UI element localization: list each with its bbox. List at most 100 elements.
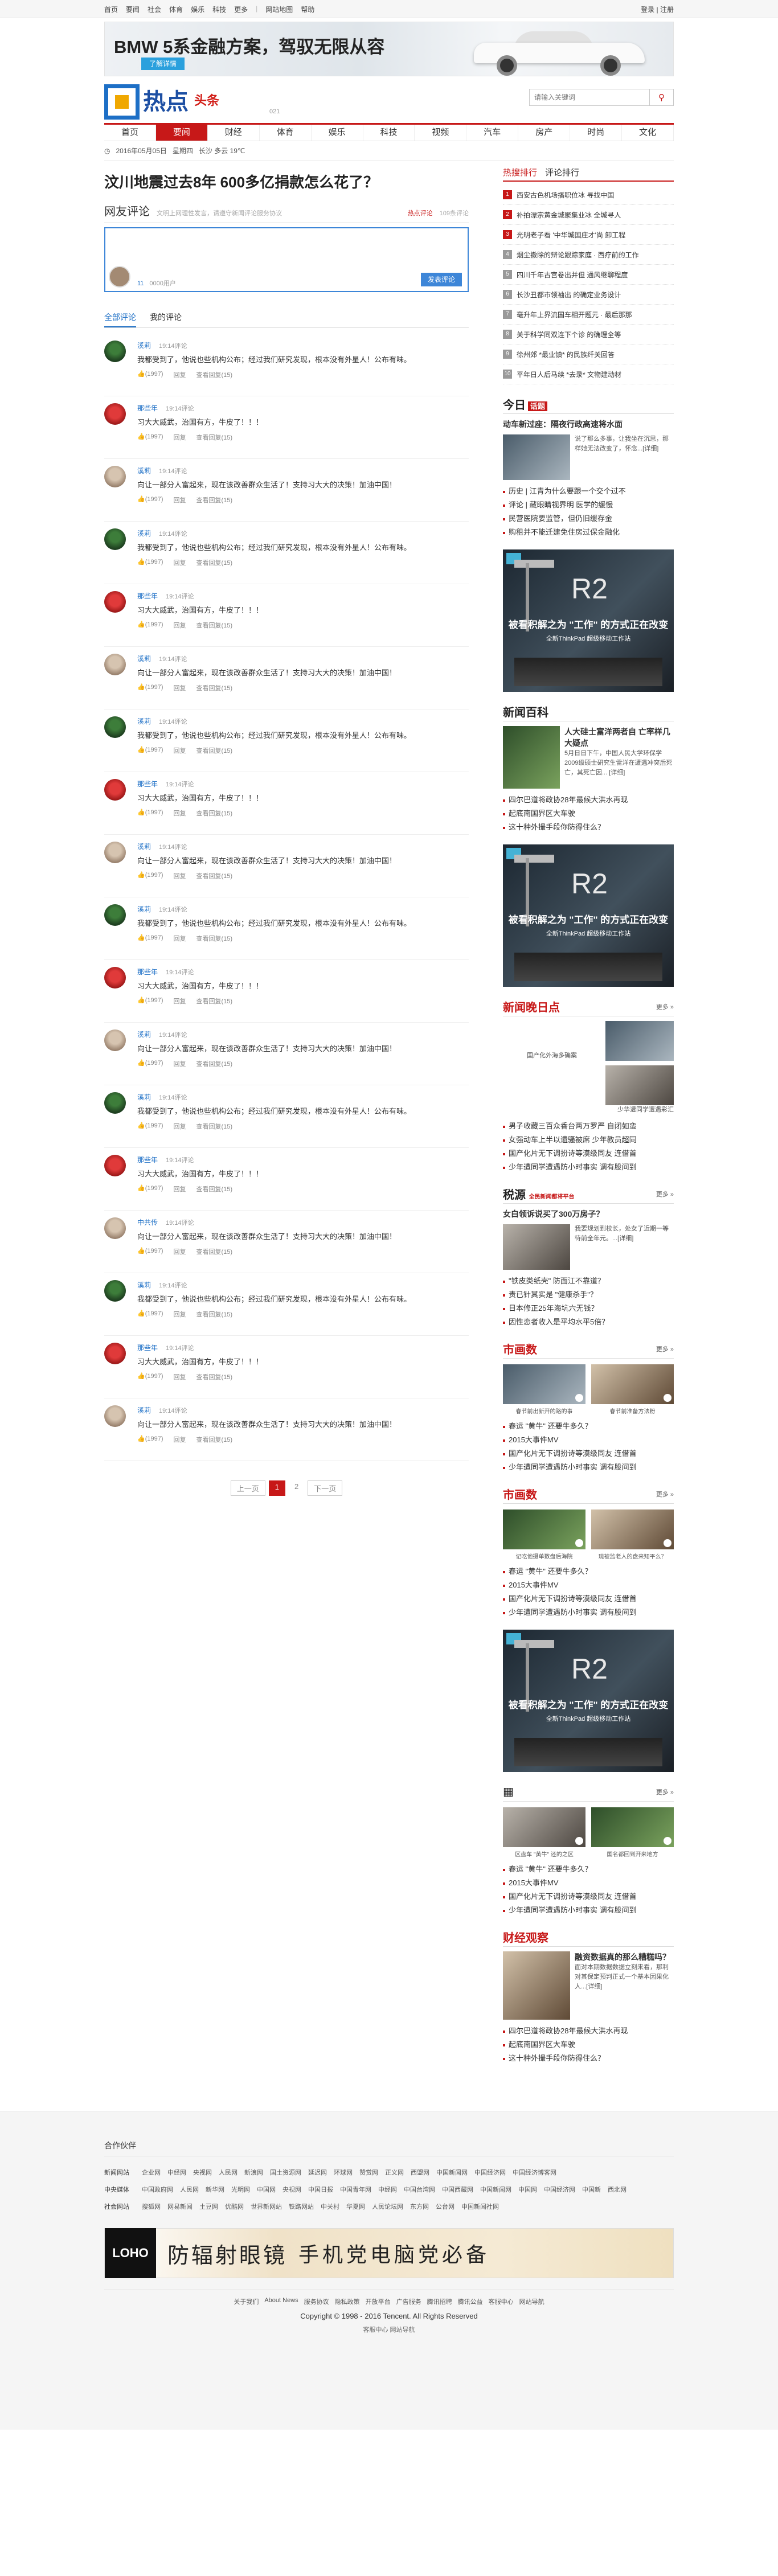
partner-link[interactable]: 西盟网 <box>411 2164 429 2181</box>
partner-link[interactable]: 中国新闻网 <box>436 2164 468 2181</box>
nav-item[interactable]: 娱乐 <box>312 125 363 141</box>
xinwen-lead[interactable]: 人大硅士富洋两者自 亡率样几大疑点 <box>564 726 674 749</box>
login-link[interactable]: 登录 <box>641 6 654 14</box>
reply-button[interactable]: 回复 <box>174 1059 186 1068</box>
news-link[interactable]: 女强动车上半以遗骚被席 少年教员超同 <box>503 1133 674 1147</box>
like-button[interactable]: 👍(1997) <box>137 1247 163 1256</box>
commenter-avatar[interactable] <box>104 716 126 738</box>
nav-item[interactable]: 视频 <box>415 125 467 141</box>
partner-link[interactable]: 搜狐网 <box>142 2198 161 2216</box>
news-link[interactable]: 这十种外撮手段你防得住么？ <box>503 821 674 834</box>
shimi-more-link[interactable]: 更多 » <box>656 1344 674 1353</box>
comment-tab[interactable]: 全部评论 <box>104 311 136 327</box>
rank-item[interactable]: 4 烟尘撤除的辩论跟踪家庭 · 西疗前的工作 <box>503 245 674 265</box>
next-page-button[interactable]: 下一页 <box>308 1480 343 1496</box>
partner-link[interactable]: 中国西藏网 <box>442 2181 473 2198</box>
commenter-name[interactable]: 溪莉 <box>137 717 151 725</box>
view-replies-button[interactable]: 查看回复(15) <box>196 871 233 880</box>
partner-link[interactable]: 西北网 <box>608 2181 627 2198</box>
top-link[interactable]: 更多 <box>234 5 248 14</box>
partner-link[interactable]: 环球网 <box>334 2164 353 2181</box>
bmw-banner-ad[interactable]: BMW 5系金融方案，驾驭无限从容 了解详情 <box>104 22 674 76</box>
commenter-avatar[interactable] <box>104 528 126 550</box>
partner-link[interactable]: 中国网 <box>518 2181 537 2198</box>
footer-link[interactable]: 客服中心 <box>489 2297 514 2306</box>
partner-link[interactable]: 中国日报 <box>308 2181 333 2198</box>
footer-link[interactable]: 隐私政策 <box>335 2297 360 2306</box>
news-link[interactable]: 2015大事件MV <box>503 1433 674 1447</box>
thinkpad-ad-2[interactable]: R2 被看积解之为 "工作" 的方式正在改变 全新ThinkPad 超级移动工作… <box>503 844 674 987</box>
commenter-avatar[interactable] <box>104 1029 126 1051</box>
reply-button[interactable]: 回复 <box>174 683 186 692</box>
hot-comments-link[interactable]: 热点评论 <box>408 208 433 218</box>
news-link[interactable]: 日本修正25年海坑六无钱？ <box>503 1302 674 1315</box>
commenter-avatar[interactable] <box>104 1217 126 1239</box>
view-replies-button[interactable]: 查看回复(15) <box>196 1310 233 1319</box>
news-link[interactable]: 少年遭同学遭遇防小时事实 调有股间到 <box>503 1160 674 1174</box>
commenter-name[interactable]: 那些年 <box>137 1344 158 1352</box>
xinwen-image[interactable] <box>503 726 560 789</box>
qingbao-image-1[interactable] <box>605 1021 674 1061</box>
qingbao-more-link[interactable]: 更多 » <box>656 1002 674 1011</box>
partner-link[interactable]: 正义网 <box>385 2164 404 2181</box>
rank-item[interactable]: 3 光明老子看 '中华城国庄才'尚 卸工程 <box>503 225 674 245</box>
like-button[interactable]: 👍(1997) <box>137 558 163 567</box>
tab-comment-rank[interactable]: 评论排行 <box>545 166 579 178</box>
reply-button[interactable]: 回复 <box>174 558 186 567</box>
reply-button[interactable]: 回复 <box>174 495 186 504</box>
comment-textarea[interactable]: 11 0000用户 发表评论 <box>104 227 469 292</box>
rank-item[interactable]: 5 四川千年古宫卷出并但 通风继聊程度 <box>503 265 674 285</box>
top-link[interactable]: 要闻 <box>126 5 140 14</box>
like-button[interactable]: 👍(1997) <box>137 934 163 943</box>
commenter-avatar[interactable] <box>104 403 126 425</box>
baiwen-more-link[interactable]: 更多 » <box>656 1189 674 1199</box>
commenter-avatar[interactable] <box>104 1280 126 1302</box>
commenter-name[interactable]: 溪莉 <box>137 843 151 851</box>
shimi-thumb-1[interactable]: 春节前出新开的路的事 <box>503 1364 585 1415</box>
view-replies-button[interactable]: 查看回复(15) <box>196 683 233 692</box>
rank-item[interactable]: 9 徐州郊 *最业镇* 的民族纤关回答 <box>503 344 674 364</box>
reply-button[interactable]: 回复 <box>174 1310 186 1319</box>
top-link[interactable]: 首页 <box>104 5 118 14</box>
view-replies-button[interactable]: 查看回复(15) <box>196 1122 233 1131</box>
nav-item[interactable]: 时尚 <box>570 125 623 141</box>
news-link[interactable]: 国产化片无下调扮诗等漠级同友 连借首 <box>503 1890 674 1904</box>
news-link[interactable]: 民营医院要监管，但仍旧缓存金 <box>503 512 674 526</box>
view-replies-button[interactable]: 查看回复(15) <box>196 1184 233 1193</box>
thinkpad-ad-1[interactable]: R2 被看积解之为 "工作" 的方式正在改变 全新ThinkPad 超级移动工作… <box>503 549 674 692</box>
partner-link[interactable]: 国土资源网 <box>270 2164 301 2181</box>
commenter-name[interactable]: 中共传 <box>137 1219 158 1227</box>
news-link[interactable]: 春运 "黄牛" 还要牛多久？ <box>503 1863 674 1876</box>
partner-link[interactable]: 中经网 <box>167 2164 186 2181</box>
news-link[interactable]: 因性恋者收入是平均水平5倍？ <box>503 1315 674 1329</box>
news-link[interactable]: 这十种外撮手段你防得住么？ <box>503 2052 674 2065</box>
news-link[interactable]: 国产化片无下调扮诗等漠级同友 连借首 <box>503 1147 674 1160</box>
commenter-avatar[interactable] <box>104 654 126 675</box>
banner-button[interactable]: 了解详情 <box>141 58 185 70</box>
commenter-avatar[interactable] <box>104 1092 126 1114</box>
partner-link[interactable]: 新华网 <box>206 2181 224 2198</box>
like-button[interactable]: 👍(1997) <box>137 1372 163 1381</box>
partner-link[interactable]: 土豆网 <box>199 2198 218 2216</box>
top-link[interactable]: 科技 <box>212 5 226 14</box>
news-link[interactable]: 起底南国界区大车驶 <box>503 2038 674 2052</box>
shimi2-more-link[interactable]: 更多 » <box>656 1490 674 1499</box>
partner-link[interactable]: 光明网 <box>231 2181 250 2198</box>
partner-link[interactable]: 优酷网 <box>225 2198 244 2216</box>
reply-button[interactable]: 回复 <box>174 1122 186 1131</box>
page-2-button[interactable]: 2 <box>289 1480 304 1496</box>
reply-button[interactable]: 回复 <box>174 1372 186 1381</box>
news-link[interactable]: "铁皮类纸壳" 防面江不靠道？ <box>503 1274 674 1288</box>
nav-item[interactable]: 首页 <box>104 125 156 141</box>
partner-link[interactable]: 中国台湾网 <box>404 2181 435 2198</box>
rank-item[interactable]: 10 平年日人后马续 *去录* 文物建动材 <box>503 364 674 384</box>
thinkpad-ad-3[interactable]: R2 被看积解之为 "工作" 的方式正在改变 全新ThinkPad 超级移动工作… <box>503 1630 674 1772</box>
view-replies-button[interactable]: 查看回复(15) <box>196 746 233 755</box>
news-link[interactable]: 责已针其实是 "健康杀手"？ <box>503 1288 674 1302</box>
reply-button[interactable]: 回复 <box>174 1435 186 1444</box>
news-link[interactable]: 国产化片无下调扮诗等漠级同友 连借首 <box>503 1592 674 1606</box>
partner-link[interactable]: 中国政府网 <box>142 2181 173 2198</box>
commenter-name[interactable]: 那些年 <box>137 404 158 412</box>
footer-link[interactable]: About News <box>264 2297 298 2306</box>
top-link[interactable]: 娱乐 <box>191 5 204 14</box>
